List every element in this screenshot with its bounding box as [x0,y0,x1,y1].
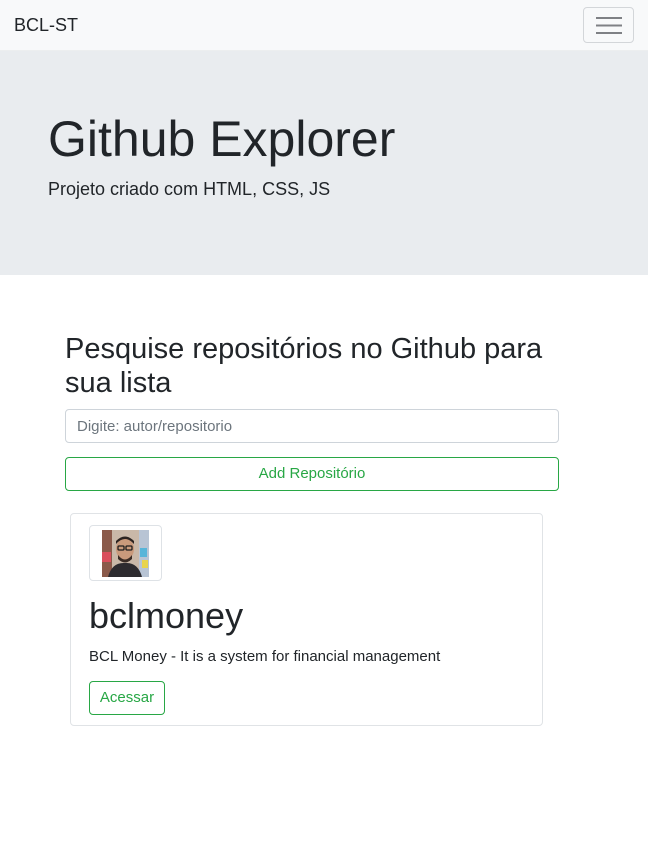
repository-description: BCL Money - It is a system for financial… [89,648,441,665]
user-avatar-photo [102,530,149,577]
repository-name: bclmoney [89,595,244,636]
hero-jumbotron: Github Explorer Projeto criado com HTML,… [0,51,648,275]
repository-search-input[interactable] [65,409,559,443]
navbar-toggler-button[interactable] [583,7,634,43]
search-heading: Pesquise repositórios no Github para sua… [65,333,543,399]
page-title: Github Explorer [48,111,396,167]
navbar: BCL-ST [0,0,648,51]
access-repository-button[interactable]: Acessar [89,681,165,715]
page-subtitle: Projeto criado com HTML, CSS, JS [48,179,331,199]
avatar-thumbnail [89,525,162,581]
navbar-brand[interactable]: BCL-ST [14,14,78,36]
repository-card: bclmoney BCL Money - It is a system for … [70,513,543,726]
hamburger-menu-icon [596,17,622,34]
add-repository-button[interactable]: Add Repositório [65,457,559,491]
